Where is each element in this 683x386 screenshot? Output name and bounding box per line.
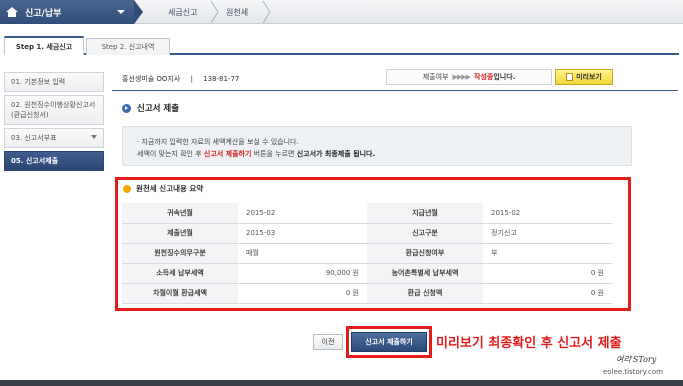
row-value: 0 원 bbox=[483, 263, 612, 284]
row-value: 매월 bbox=[238, 243, 367, 264]
row-label: 환급신청여부 bbox=[367, 243, 483, 264]
watermark-url: eolee.tistory.com bbox=[603, 368, 663, 376]
notice-text-red: 신고서 제출하기 bbox=[203, 150, 252, 158]
row-value: 90,000 원 bbox=[238, 263, 367, 284]
row-label: 신고구분 bbox=[367, 223, 483, 244]
row-label: 차월이월 환급세액 bbox=[122, 283, 238, 304]
watermark-logo: 여리'STory bbox=[616, 355, 657, 364]
notice-line1: · 지금까지 입력한 자료의 세액계산을 보실 수 있습니다. bbox=[137, 138, 299, 146]
step-item-submit[interactable]: 05. 신고서제출 bbox=[4, 151, 104, 171]
submit-button[interactable]: 신고서 제출하기 bbox=[351, 332, 427, 352]
row-value: 2015-02 bbox=[238, 203, 367, 224]
section-title-text: 신고서 제출 bbox=[137, 104, 180, 114]
row-value: 정기신고 bbox=[483, 223, 612, 244]
document-icon bbox=[566, 73, 574, 81]
summary-title: 원천세 신고내용 요약 bbox=[123, 183, 203, 194]
page: 신고/납부 세금신고 원천세 Step 1. 세금신고 Step 2. 신고내역… bbox=[0, 0, 683, 386]
submit-status: 제출여부 ▶▶▶▶ 작성중 입니다. bbox=[386, 69, 552, 85]
menu-label: 신고/납부 bbox=[25, 8, 62, 19]
annotation-text: 미리보기 최종확인 후 신고서 제출 bbox=[436, 336, 622, 351]
section-title: 신고서 제출 bbox=[122, 102, 179, 114]
row-label: 농어촌특별세 납부세액 bbox=[367, 263, 483, 284]
summary-title-text: 원천세 신고내용 요약 bbox=[136, 184, 204, 193]
bullet-arrow-icon bbox=[122, 103, 131, 113]
tab-step2[interactable]: Step 2. 신고내역 bbox=[86, 38, 170, 55]
breadcrumb-separator-icon bbox=[262, 0, 271, 24]
breadcrumb-item-tax-report[interactable]: 세금신고 bbox=[168, 0, 197, 24]
breadcrumb-item-withholding-tax[interactable]: 원천세 bbox=[226, 0, 248, 24]
breadcrumb-separator-icon bbox=[134, 0, 143, 24]
row-value: 0 원 bbox=[238, 283, 367, 304]
status-suffix: 입니다. bbox=[493, 73, 516, 81]
bullet-circle-icon bbox=[123, 184, 131, 193]
row-value: 2015-03 bbox=[238, 223, 367, 244]
step-item-appendix[interactable]: 03. 신고서부표 bbox=[4, 128, 104, 148]
notice-line2: 세액이 맞는지 확인 후 신고서 제출하기 버튼을 누르면 신고서가 최종제출 … bbox=[137, 149, 375, 159]
row-label: 소득세 납부세액 bbox=[122, 263, 238, 284]
notice-box: · 지금까지 입력한 자료의 세액계산을 보실 수 있습니다. 세액이 맞는지 … bbox=[122, 126, 632, 166]
table-row: 귀속년월 2015-02 지급년월 2015-02 bbox=[122, 203, 612, 224]
tab-step1[interactable]: Step 1. 세금신고 bbox=[4, 36, 84, 55]
row-label: 환급 신청액 bbox=[367, 283, 483, 304]
status-prefix: 제출여부 bbox=[422, 73, 449, 81]
row-value: 부 bbox=[483, 243, 612, 264]
taxpayer-separator: | bbox=[190, 75, 193, 83]
chevron-down-icon bbox=[117, 10, 125, 14]
menu-dropdown[interactable]: 신고/납부 bbox=[0, 0, 134, 24]
step-tabs: Step 1. 세금신고 Step 2. 신고내역 bbox=[4, 36, 679, 55]
row-label: 제출년월 bbox=[122, 223, 238, 244]
table-row: 원천징수의무구분 매월 환급신청여부 부 bbox=[122, 243, 612, 264]
bottom-bar bbox=[0, 380, 683, 386]
top-bar: 신고/납부 세금신고 원천세 bbox=[0, 0, 683, 24]
row-label: 원천징수의무구분 bbox=[122, 243, 238, 264]
step-item-label: 03. 신고서부표 bbox=[11, 134, 57, 142]
home-icon[interactable] bbox=[5, 6, 19, 18]
row-value: 2015-02 bbox=[483, 203, 612, 224]
status-arrows: ▶▶▶▶ bbox=[452, 73, 471, 81]
prev-button[interactable]: 이전 bbox=[313, 334, 343, 350]
notice-text-a: 세액이 맞는지 확인 후 bbox=[137, 150, 204, 158]
step-item-withholding-report[interactable]: 02. 원천징수이행상황신고서(환급신청서) bbox=[4, 95, 104, 125]
table-row: 소득세 납부세액 90,000 원 농어촌특별세 납부세액 0 원 bbox=[122, 263, 612, 284]
row-label: 지급년월 bbox=[367, 203, 483, 224]
notice-text-bold: 신고서가 최종제출 됩니다. bbox=[296, 150, 376, 158]
preview-label: 미리보기 bbox=[576, 73, 602, 81]
table-row: 제출년월 2015-03 신고구분 정기신고 bbox=[122, 223, 612, 244]
row-value: 0 원 bbox=[483, 283, 612, 304]
step-item-basic-info[interactable]: 01. 기본정보 입력 bbox=[4, 72, 104, 92]
notice-text-b: 버튼을 누르면 bbox=[251, 150, 297, 158]
taxpayer-info: 홍선생미술 OO지사 | 138-81-77 bbox=[122, 74, 239, 84]
summary-table: 귀속년월 2015-02 지급년월 2015-02 제출년월 2015-03 신… bbox=[122, 203, 612, 304]
breadcrumb-separator-icon bbox=[210, 0, 219, 24]
row-label: 귀속년월 bbox=[122, 203, 238, 224]
chevron-down-icon bbox=[91, 135, 97, 139]
status-state: 작성중 bbox=[474, 73, 494, 81]
taxpayer-number: 138-81-77 bbox=[203, 75, 240, 83]
step-menu: 01. 기본정보 입력 02. 원천징수이행상황신고서(환급신청서) 03. 신… bbox=[4, 72, 104, 174]
taxpayer-name: 홍선생미술 OO지사 bbox=[122, 75, 181, 83]
preview-button[interactable]: 미리보기 bbox=[555, 69, 613, 85]
table-row: 차월이월 환급세액 0 원 환급 신청액 0 원 bbox=[122, 283, 612, 304]
divider bbox=[112, 90, 678, 91]
